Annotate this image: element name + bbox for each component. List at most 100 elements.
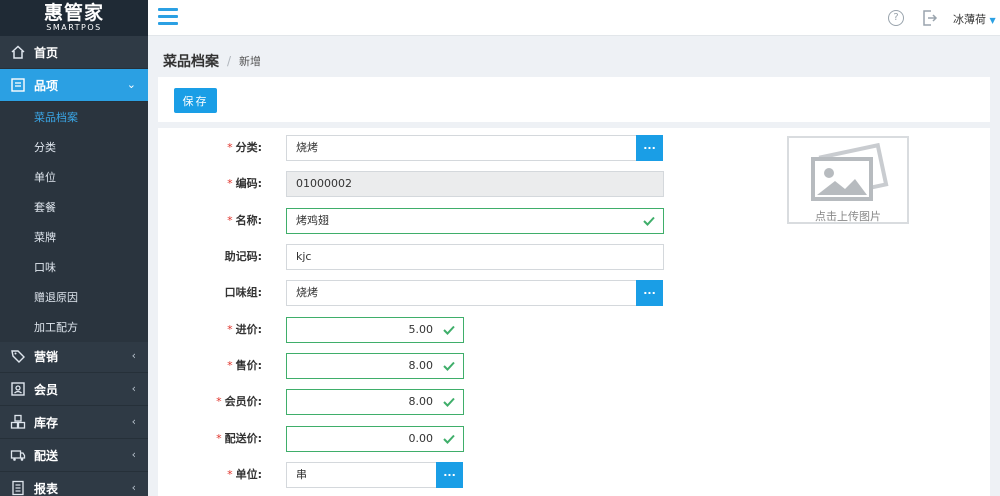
delivery-price-label: * 配送价: [216,426,262,452]
delivery-price-field[interactable]: 0.00 [286,426,464,452]
category-label: * 分类: [227,135,262,161]
delivery-price-value: 0.00 [408,432,434,445]
form-row-delivery-price: * 配送价: 0.00 [158,426,990,452]
form-row-sale-price: * 售价: 8.00 [158,353,990,379]
mnemonic-label: 助记码: [224,250,262,263]
sidebar: 惠管家 SMARTPOS 首页 品项 ⌄ 菜品档案 分类 单位 套餐 菜牌 口味… [0,0,148,496]
sale-price-label-text: 售价: [235,359,262,372]
boxes-icon [10,414,26,430]
sale-price-label: * 售价: [227,353,262,379]
image-placeholder-icon [811,143,889,201]
flavor-group-picker-button[interactable]: ... [636,280,663,306]
sidebar-item-label: 营销 [34,349,59,364]
member-price-label: * 会员价: [216,389,262,415]
sidebar-item-inventory[interactable]: 库存 ‹ [0,406,148,439]
required-mark: * [227,214,233,227]
form-panel: * 分类: 烧烤 ... * 编码: 01000002 * 名称: 烤鸡翅 助记码: … [158,128,990,496]
name-label-text: 名称: [235,214,262,227]
subitem-combo[interactable]: 套餐 [0,192,148,222]
sidebar-item-label: 配送 [34,448,59,463]
category-field[interactable]: 烧烤 [286,135,637,161]
required-mark: * [227,359,233,372]
required-mark: * [227,141,233,154]
form-row-member-price: * 会员价: 8.00 [158,389,990,415]
sidebar-item-label: 报表 [34,481,59,496]
tag-icon [10,348,26,364]
subitem-flavor[interactable]: 口味 [0,252,148,282]
sidebar-item-marketing[interactable]: 营销 ‹ [0,340,148,373]
category-picker-button[interactable]: ... [636,135,663,161]
member-price-label-text: 会员价: [224,395,262,408]
toolbar: 保存 [158,77,990,122]
sidebar-item-label: 库存 [34,415,59,430]
sidebar-item-members[interactable]: 会员 ‹ [0,373,148,406]
logo-main-text: 惠管家 [43,2,104,24]
check-icon [643,216,655,226]
chevron-left-icon: ‹ [131,481,136,494]
unit-picker-button[interactable]: ... [436,462,463,488]
check-icon [443,397,455,407]
sidebar-item-label: 会员 [34,382,59,397]
subitem-gift-return-reason[interactable]: 赠退原因 [0,282,148,312]
sidebar-item-label: 品项 [34,78,59,93]
form-row-purchase-price: * 进价: 5.00 [158,317,990,343]
member-price-value: 8.00 [408,395,434,408]
top-bar: ? 冰薄荷 ▼ [148,0,1000,36]
subitem-menu-board[interactable]: 菜牌 [0,222,148,252]
purchase-price-label-text: 进价: [235,323,262,336]
list-icon [10,77,26,93]
logo-sub-text: SMARTPOS [46,23,102,32]
flavor-group-label: 口味组: [224,286,262,299]
sidebar-item-delivery[interactable]: 配送 ‹ [0,439,148,472]
breadcrumb-current: 新增 [239,55,262,68]
required-mark: * [227,177,233,190]
category-label-text: 分类: [235,141,262,154]
chevron-left-icon: ‹ [131,382,136,395]
check-icon [443,361,455,371]
check-icon [443,434,455,444]
report-icon [10,480,26,496]
breadcrumb: 菜品档案 / 新增 [163,51,261,71]
purchase-price-value: 5.00 [408,323,434,336]
subitem-category[interactable]: 分类 [0,132,148,162]
required-mark: * [227,323,233,336]
delivery-price-label-text: 配送价: [224,432,262,445]
required-mark: * [216,395,222,408]
logout-icon[interactable] [921,9,939,27]
save-button[interactable]: 保存 [174,88,217,113]
help-icon[interactable]: ? [888,10,904,26]
hamburger-menu-icon[interactable] [158,8,178,26]
unit-field[interactable]: 串 [286,462,437,488]
name-field[interactable]: 烤鸡翅 [286,208,664,234]
form-row-flavor-group: 口味组: 烧烤 ... [158,280,990,306]
chevron-left-icon: ‹ [131,349,136,362]
required-mark: * [216,432,222,445]
form-row-unit: * 单位: 串 ... [158,462,990,488]
delivery-icon [10,447,26,463]
required-mark: * [227,468,233,481]
mnemonic-field[interactable]: kjc [286,244,664,270]
member-price-field[interactable]: 8.00 [286,389,464,415]
check-icon [443,325,455,335]
flavor-group-field[interactable]: 烧烤 [286,280,637,306]
unit-label-text: 单位: [235,468,262,481]
code-field: 01000002 [286,171,664,197]
sidebar-item-reports[interactable]: 报表 ‹ [0,472,148,496]
purchase-price-field[interactable]: 5.00 [286,317,464,343]
image-upload[interactable]: 点击上传图片 [787,136,909,224]
username-text: 冰薄荷 [953,13,986,26]
subitem-unit[interactable]: 单位 [0,162,148,192]
sidebar-item-home[interactable]: 首页 [0,36,148,69]
upload-label: 点击上传图片 [815,210,881,223]
user-menu[interactable]: 冰薄荷 ▼ [953,11,996,27]
sidebar-item-items[interactable]: 品项 ⌄ [0,69,148,102]
subitem-dish-archive[interactable]: 菜品档案 [0,102,148,132]
logo[interactable]: 惠管家 SMARTPOS [0,0,148,36]
sale-price-field[interactable]: 8.00 [286,353,464,379]
chevron-down-icon: ⌄ [126,78,136,91]
home-icon [10,44,26,60]
name-label: * 名称: [227,208,262,234]
code-label-text: 编码: [235,177,262,190]
subitem-processing-recipe[interactable]: 加工配方 [0,312,148,342]
unit-label: * 单位: [227,462,262,488]
